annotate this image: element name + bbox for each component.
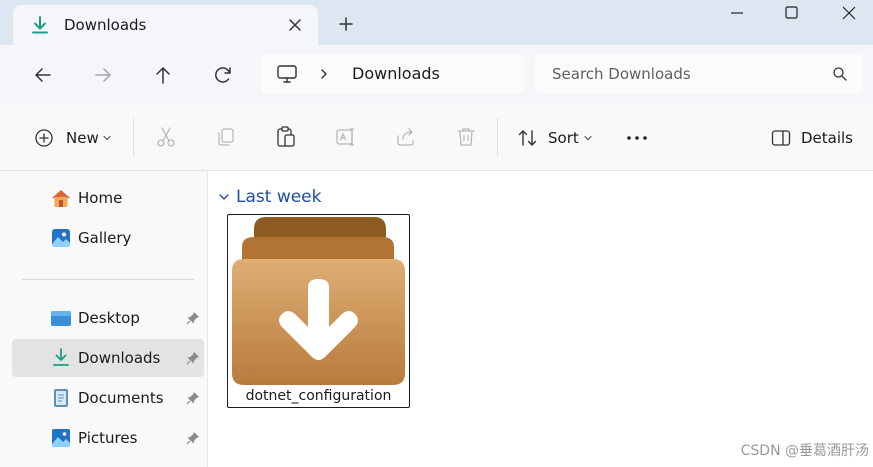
chevron-down-icon <box>103 135 111 141</box>
paste-icon[interactable] <box>274 125 298 149</box>
new-button[interactable]: New <box>28 122 120 154</box>
downloads-icon <box>53 348 69 366</box>
sidebar-item-label: Documents <box>78 389 164 407</box>
cut-icon[interactable] <box>154 125 178 149</box>
title-bar: Downloads <box>0 0 873 45</box>
sidebar-item-desktop[interactable]: Desktop <box>12 299 204 337</box>
breadcrumb-downloads[interactable]: Downloads <box>352 64 440 84</box>
chevron-right-icon[interactable] <box>317 67 331 81</box>
tab-downloads[interactable]: Downloads <box>13 5 318 45</box>
file-name: dotnet_configuration <box>245 388 392 404</box>
file-item[interactable]: dotnet_configuration <box>227 214 410 408</box>
copy-icon[interactable] <box>214 125 238 149</box>
details-button-label: Details <box>801 129 854 147</box>
sort-button[interactable]: Sort <box>511 122 603 154</box>
details-button[interactable]: Details <box>763 122 859 154</box>
close-window-icon[interactable] <box>825 0 873 30</box>
downloads-folder-icon <box>232 217 405 385</box>
share-icon[interactable] <box>394 125 418 149</box>
chevron-down-icon <box>584 135 592 141</box>
plus-circle-icon <box>35 129 53 147</box>
sidebar-item-documents[interactable]: Documents <box>12 379 204 417</box>
up-arrow-icon[interactable] <box>148 60 178 90</box>
download-icon <box>32 16 48 34</box>
gallery-icon <box>52 229 70 247</box>
search-icon[interactable] <box>832 66 848 82</box>
rename-icon[interactable] <box>334 125 358 149</box>
close-tab-icon[interactable] <box>283 13 307 37</box>
sort-button-label: Sort <box>548 129 579 147</box>
desktop-icon <box>51 311 71 326</box>
new-button-label: New <box>66 129 99 147</box>
sidebar-item-pictures[interactable]: Pictures <box>12 419 204 457</box>
command-bar: New Sort Details <box>0 105 873 171</box>
sidebar-item-gallery[interactable]: Gallery <box>12 219 204 257</box>
address-bar[interactable]: Downloads <box>261 54 524 94</box>
sidebar-item-label: Pictures <box>78 429 138 447</box>
chevron-down-icon <box>219 194 229 200</box>
details-pane-icon <box>771 130 791 146</box>
pin-icon[interactable] <box>186 431 200 445</box>
sort-icon <box>518 130 537 146</box>
pictures-icon <box>52 429 70 447</box>
navigation-pane: Home Gallery Desktop Downloads Documents… <box>0 171 208 467</box>
sidebar-item-downloads[interactable]: Downloads <box>12 339 204 377</box>
navigation-bar: Downloads <box>0 45 873 105</box>
sidebar-divider <box>22 279 194 280</box>
back-arrow-icon[interactable] <box>28 60 58 90</box>
sidebar-item-label: Downloads <box>78 349 161 367</box>
group-label: Last week <box>236 187 322 207</box>
pin-icon[interactable] <box>186 391 200 405</box>
search-input[interactable] <box>552 63 822 85</box>
home-icon <box>52 190 70 207</box>
file-list: Last week dotnet_configuration <box>208 171 873 467</box>
more-options-icon[interactable] <box>620 122 654 154</box>
sidebar-item-label: Desktop <box>78 309 140 327</box>
separator <box>133 118 134 156</box>
forward-arrow-icon[interactable] <box>88 60 118 90</box>
sidebar-item-home[interactable]: Home <box>12 179 204 217</box>
watermark: CSDN @垂葛酒肝汤 <box>740 443 869 459</box>
sidebar-item-label: Home <box>78 189 123 207</box>
documents-icon <box>54 389 68 407</box>
maximize-icon[interactable] <box>767 0 815 30</box>
sidebar-item-label: Gallery <box>78 229 132 247</box>
separator <box>497 118 498 156</box>
pin-icon[interactable] <box>186 311 200 325</box>
pin-icon[interactable] <box>186 351 200 365</box>
refresh-icon[interactable] <box>208 60 238 90</box>
minimize-icon[interactable] <box>713 0 761 30</box>
monitor-icon <box>277 65 297 83</box>
group-header-last-week[interactable]: Last week <box>216 185 416 209</box>
search-box[interactable] <box>535 54 863 94</box>
tab-title: Downloads <box>64 16 147 34</box>
new-tab-icon[interactable] <box>334 12 358 36</box>
delete-icon[interactable] <box>454 125 478 149</box>
